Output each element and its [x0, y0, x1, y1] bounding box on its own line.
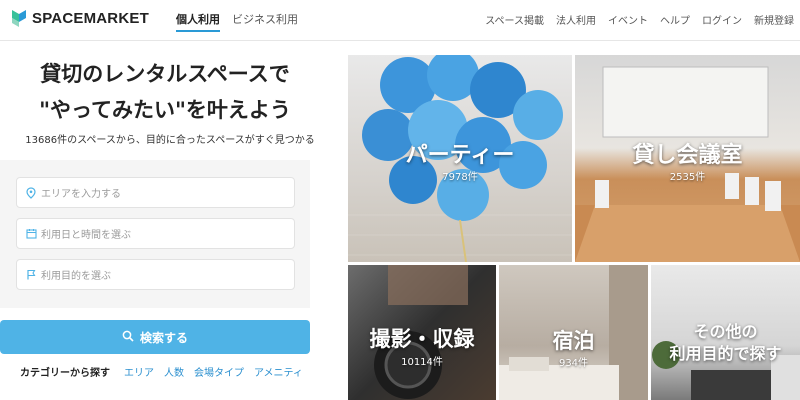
tile-photo-shoot[interactable]: 撮影・収録 10114件 — [348, 265, 496, 400]
site-header: SPACEMARKET 個人利用 ビジネス利用 スペース掲載 法人利用 イベント… — [0, 0, 800, 41]
tile-meeting-title: 貸し会議室 — [632, 143, 743, 168]
calendar-icon — [25, 228, 37, 240]
tile-lodging-title: 宿泊 — [552, 329, 595, 353]
search-button-label: 検索する — [139, 330, 188, 345]
category-link-area[interactable]: エリア — [124, 364, 154, 379]
category-links: カテゴリーから探す エリア 人数 会場タイプ アメニティ — [20, 364, 303, 379]
tile-other-title-line2: 利用目的で探す — [669, 344, 782, 363]
hero-subtitle: 13686件のスペースから、目的に合ったスペースがすぐ見つかる — [25, 135, 315, 146]
spacemarket-logo[interactable]: SPACEMARKET — [10, 8, 149, 28]
purpose-input[interactable]: 利用目的を選ぶ — [16, 259, 295, 290]
tile-other-title-line1: その他の — [693, 322, 758, 341]
tile-party-title: パーティー — [405, 143, 515, 168]
nav-list-space[interactable]: スペース掲載 — [485, 12, 544, 27]
nav-signup[interactable]: 新規登録 — [754, 12, 794, 27]
tile-photo-count: 10114件 — [401, 357, 443, 368]
flag-icon — [25, 269, 37, 281]
area-placeholder: エリアを入力する — [41, 189, 121, 200]
nav-help[interactable]: ヘルプ — [660, 12, 690, 27]
tile-meeting-room[interactable]: 貸し会議室 2535件 — [575, 55, 800, 262]
category-link-capacity[interactable]: 人数 — [164, 364, 184, 379]
category-link-venue-type[interactable]: 会場タイプ — [194, 364, 244, 379]
tile-photo-title: 撮影・収録 — [369, 327, 475, 351]
audience-tabs: 個人利用 ビジネス利用 — [176, 11, 298, 32]
nav-events[interactable]: イベント — [608, 12, 648, 27]
nav-corporate[interactable]: 法人利用 — [556, 12, 596, 27]
search-card: エリアを入力する 利用日と時間を選ぶ 利用目的を選ぶ — [0, 160, 310, 308]
hero-title-line1: 貸切のレンタルスペースで — [40, 62, 290, 86]
tab-business[interactable]: ビジネス利用 — [232, 11, 298, 32]
hero-title: 貸切のレンタルスペースで "やってみたい"を叶えよう — [0, 56, 330, 128]
tile-other-title: その他の 利用目的で探す — [651, 321, 800, 365]
hero-title-line2: "やってみたい"を叶えよう — [39, 98, 291, 122]
search-button[interactable]: 検索する — [0, 320, 310, 354]
tile-lodging-count: 934件 — [558, 358, 589, 369]
logo-text: SPACEMARKET — [32, 9, 149, 27]
tab-personal[interactable]: 個人利用 — [176, 11, 220, 32]
location-pin-icon — [25, 186, 37, 199]
nav-login[interactable]: ログイン — [702, 12, 742, 27]
category-label: カテゴリーから探す — [20, 368, 110, 379]
tile-meeting-count: 2535件 — [669, 172, 706, 183]
tile-party[interactable]: パーティー 7978件 — [348, 55, 572, 262]
search-icon — [122, 330, 134, 345]
tile-party-count: 7978件 — [442, 172, 478, 183]
header-nav: スペース掲載 法人利用 イベント ヘルプ ログイン 新規登録 — [485, 12, 794, 27]
logo-mark-icon — [10, 8, 28, 28]
purpose-placeholder: 利用目的を選ぶ — [41, 271, 111, 282]
category-link-amenity[interactable]: アメニティ — [254, 364, 303, 379]
date-time-input[interactable]: 利用日と時間を選ぶ — [16, 218, 295, 249]
tile-other-purposes[interactable]: その他の 利用目的で探す — [651, 265, 800, 400]
date-time-placeholder: 利用日と時間を選ぶ — [41, 230, 131, 241]
tile-lodging[interactable]: 宿泊 934件 — [499, 265, 648, 400]
area-input[interactable]: エリアを入力する — [16, 177, 295, 208]
